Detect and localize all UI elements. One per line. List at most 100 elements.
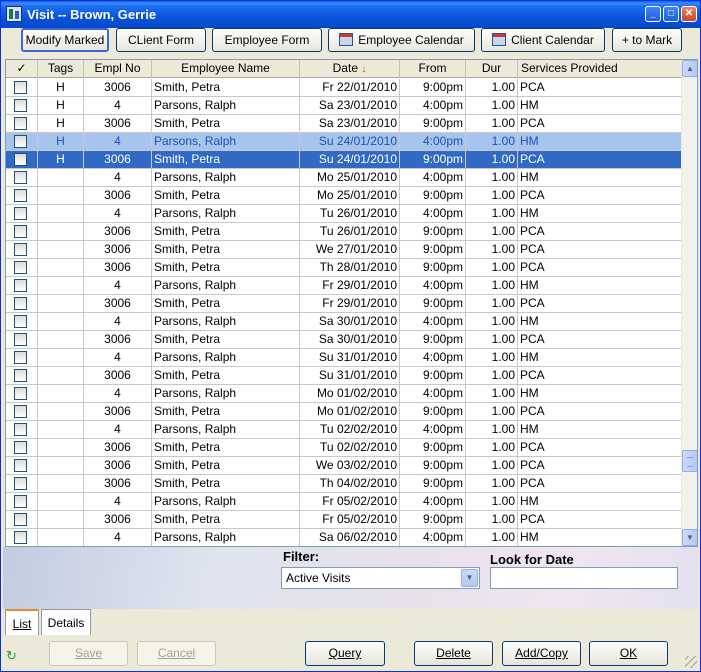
row-checkbox[interactable]: [14, 513, 27, 526]
table-row[interactable]: 3006 Smith, Petra Th 04/02/2010 9:00pm 1.00 P…: [6, 475, 682, 493]
table-row[interactable]: 4 Parsons, Ralph Mo 01/02/2010 4:00pm 1.00 HM: [6, 385, 682, 403]
table-row[interactable]: 3006 Smith, Petra Mo 25/01/2010 9:00pm 1.00 P…: [6, 187, 682, 205]
delete-button[interactable]: Delete: [414, 641, 493, 666]
scroll-thumb[interactable]: [682, 450, 697, 472]
row-checkbox[interactable]: [14, 171, 27, 184]
row-checkbox[interactable]: [14, 531, 27, 544]
cell-services: PCA: [520, 332, 545, 346]
column-header-empl-no[interactable]: Empl No: [84, 60, 152, 78]
table-row[interactable]: H 3006 Smith, Petra Su 24/01/2010 9:00pm 1.00…: [6, 151, 682, 169]
row-checkbox[interactable]: [14, 405, 27, 418]
row-checkbox[interactable]: [14, 117, 27, 130]
scroll-up-icon[interactable]: ▲: [682, 60, 697, 77]
row-checkbox[interactable]: [14, 189, 27, 202]
modify-marked-button[interactable]: Modify Marked: [21, 28, 109, 52]
cell-check: [6, 295, 38, 312]
table-row[interactable]: 4 Parsons, Ralph Fr 05/02/2010 4:00pm 1.00 HM: [6, 493, 682, 511]
cell-empl-no: 4: [84, 493, 152, 510]
table-row[interactable]: 4 Parsons, Ralph Sa 06/02/2010 4:00pm 1.00 HM: [6, 529, 682, 546]
maximize-icon[interactable]: □: [663, 6, 679, 22]
table-row[interactable]: H 4 Parsons, Ralph Su 24/01/2010 4:00pm 1.00 H…: [6, 133, 682, 151]
cell-from: 4:00pm: [400, 205, 466, 222]
refresh-icon[interactable]: ↻: [6, 649, 19, 663]
table-row[interactable]: 3006 Smith, Petra Sa 30/01/2010 9:00pm 1.00 P…: [6, 331, 682, 349]
table-row[interactable]: 3006 Smith, Petra Tu 02/02/2010 9:00pm 1.00 P…: [6, 439, 682, 457]
look-for-date-input[interactable]: [490, 567, 678, 589]
client-calendar-button[interactable]: Client Calendar: [481, 28, 605, 52]
cell-employee-name: Smith, Petra: [152, 79, 300, 96]
ok-button[interactable]: OK: [589, 641, 668, 666]
table-row[interactable]: 3006 Smith, Petra We 27/01/2010 9:00pm 1.00 P…: [6, 241, 682, 259]
minimize-icon[interactable]: _: [645, 6, 661, 22]
add-copy-button[interactable]: Add/Copy: [502, 641, 581, 666]
chevron-down-icon[interactable]: ▼: [461, 569, 478, 587]
row-checkbox[interactable]: [14, 297, 27, 310]
scroll-down-icon[interactable]: ▼: [682, 529, 697, 546]
row-checkbox[interactable]: [14, 243, 27, 256]
client-form-button[interactable]: CLient Form: [116, 28, 206, 52]
column-header-employee-name[interactable]: Employee Name: [152, 60, 300, 78]
table-row[interactable]: 4 Parsons, Ralph Su 31/01/2010 4:00pm 1.00 HM: [6, 349, 682, 367]
cancel-button[interactable]: Cancel: [137, 641, 216, 666]
visit-grid[interactable]: ✓ Tags Empl No Employee Name Date ↓ From…: [5, 59, 698, 547]
row-checkbox[interactable]: [14, 351, 27, 364]
filter-select[interactable]: Active Visits ▼: [281, 567, 480, 589]
row-checkbox[interactable]: [14, 423, 27, 436]
row-checkbox[interactable]: [14, 369, 27, 382]
row-checkbox[interactable]: [14, 387, 27, 400]
employee-form-button[interactable]: Employee Form: [212, 28, 322, 52]
table-row[interactable]: 3006 Smith, Petra Fr 29/01/2010 9:00pm 1.00 P…: [6, 295, 682, 313]
column-header-check[interactable]: ✓: [6, 60, 38, 78]
employee-calendar-button[interactable]: Employee Calendar: [328, 28, 475, 52]
tab-list[interactable]: List: [5, 609, 39, 635]
row-checkbox[interactable]: [14, 99, 27, 112]
row-checkbox[interactable]: [14, 279, 27, 292]
column-header-date[interactable]: Date ↓: [300, 60, 400, 78]
table-row[interactable]: 3006 Smith, Petra Su 31/01/2010 9:00pm 1.00 P…: [6, 367, 682, 385]
cell-dur: 1.00: [466, 349, 518, 366]
row-checkbox[interactable]: [14, 207, 27, 220]
row-checkbox[interactable]: [14, 459, 27, 472]
close-icon[interactable]: ✕: [681, 6, 697, 22]
table-row[interactable]: H 3006 Smith, Petra Fr 22/01/2010 9:00pm 1.00…: [6, 79, 682, 97]
cell-empl-no: 4: [84, 205, 152, 222]
to-mark-button[interactable]: + to Mark: [612, 28, 682, 52]
table-row[interactable]: 4 Parsons, Ralph Fr 29/01/2010 4:00pm 1.00 HM: [6, 277, 682, 295]
table-row[interactable]: H 3006 Smith, Petra Sa 23/01/2010 9:00pm 1.00…: [6, 115, 682, 133]
column-header-services[interactable]: Services Provided: [518, 60, 682, 78]
row-checkbox[interactable]: [14, 135, 27, 148]
column-header-from[interactable]: From: [400, 60, 466, 78]
tab-details[interactable]: Details: [41, 609, 91, 635]
table-row[interactable]: 4 Parsons, Ralph Tu 26/01/2010 4:00pm 1.00 HM: [6, 205, 682, 223]
row-checkbox[interactable]: [14, 495, 27, 508]
save-button[interactable]: Save: [49, 641, 128, 666]
table-row[interactable]: 3006 Smith, Petra We 03/02/2010 9:00pm 1.00 P…: [6, 457, 682, 475]
cell-services: PCA: [520, 152, 545, 166]
query-button[interactable]: Query: [305, 641, 385, 666]
column-header-label: Empl No: [94, 61, 141, 75]
table-row[interactable]: 4 Parsons, Ralph Tu 02/02/2010 4:00pm 1.00 HM: [6, 421, 682, 439]
row-checkbox[interactable]: [14, 81, 27, 94]
column-header-dur[interactable]: Dur: [466, 60, 518, 78]
row-checkbox[interactable]: [14, 315, 27, 328]
row-checkbox[interactable]: [14, 477, 27, 490]
table-row[interactable]: 4 Parsons, Ralph Sa 30/01/2010 4:00pm 1.00 HM: [6, 313, 682, 331]
row-checkbox[interactable]: [14, 225, 27, 238]
resize-grip[interactable]: [685, 656, 697, 668]
table-row[interactable]: H 4 Parsons, Ralph Sa 23/01/2010 4:00pm 1.00 H…: [6, 97, 682, 115]
row-checkbox[interactable]: [14, 333, 27, 346]
row-checkbox[interactable]: [14, 153, 27, 166]
table-row[interactable]: 3006 Smith, Petra Fr 05/02/2010 9:00pm 1.00 P…: [6, 511, 682, 529]
row-checkbox[interactable]: [14, 261, 27, 274]
table-row[interactable]: 3006 Smith, Petra Mo 01/02/2010 9:00pm 1.00 P…: [6, 403, 682, 421]
column-header-tags[interactable]: Tags: [38, 60, 84, 78]
table-row[interactable]: 4 Parsons, Ralph Mo 25/01/2010 4:00pm 1.00 HM: [6, 169, 682, 187]
cell-dur: 1.00: [466, 223, 518, 240]
grid-header: ✓ Tags Empl No Employee Name Date ↓ From…: [6, 60, 682, 78]
table-row[interactable]: 3006 Smith, Petra Th 28/01/2010 9:00pm 1.00 P…: [6, 259, 682, 277]
title-bar[interactable]: Visit -- Brown, Gerrie _ □ ✕: [1, 1, 700, 28]
row-checkbox[interactable]: [14, 441, 27, 454]
table-row[interactable]: 3006 Smith, Petra Tu 26/01/2010 9:00pm 1.00 P…: [6, 223, 682, 241]
vertical-scrollbar[interactable]: ▲ ▼: [681, 60, 697, 546]
cell-check: [6, 421, 38, 438]
